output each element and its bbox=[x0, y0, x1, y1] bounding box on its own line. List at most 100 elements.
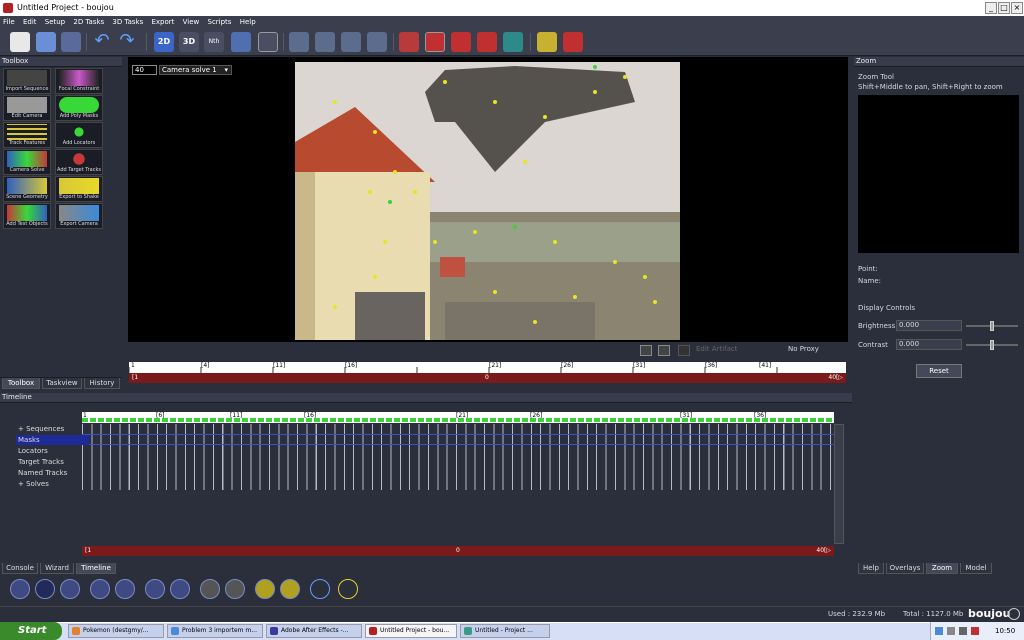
play-icon[interactable] bbox=[60, 579, 80, 599]
step-forward-icon[interactable] bbox=[115, 579, 135, 599]
frame-number-input[interactable]: 40 bbox=[132, 65, 157, 75]
add-locators-button[interactable]: Add Locators bbox=[55, 122, 103, 148]
edit-artifact-icon[interactable] bbox=[678, 345, 690, 356]
track-tool-icon[interactable] bbox=[399, 32, 419, 52]
step-back-icon[interactable] bbox=[90, 579, 110, 599]
open-folder-icon[interactable] bbox=[36, 32, 56, 52]
taskbar-item-1[interactable]: Pokemon (destgmy/... bbox=[68, 624, 164, 638]
tree-row-solves[interactable]: + Solves bbox=[18, 479, 49, 489]
tree-row-sequences[interactable]: + Sequences bbox=[18, 424, 64, 434]
redo-icon[interactable]: ↷ bbox=[117, 32, 137, 52]
menu-file[interactable]: File bbox=[3, 18, 15, 26]
set-out-icon[interactable] bbox=[280, 579, 300, 599]
contrast-input[interactable]: 0.000 bbox=[896, 339, 962, 350]
layout-icon[interactable] bbox=[231, 32, 251, 52]
quad-view-icon[interactable] bbox=[367, 32, 387, 52]
timeline-scrollbar[interactable] bbox=[834, 424, 844, 544]
zoom-preview[interactable] bbox=[858, 95, 1019, 253]
save-icon[interactable] bbox=[61, 32, 81, 52]
camera-solve-button[interactable]: Camera Solve bbox=[3, 149, 51, 175]
menu-help[interactable]: Help bbox=[240, 18, 256, 26]
camera-solve-select[interactable]: Camera solve 1 ▾ bbox=[159, 65, 232, 75]
taskbar-item-5[interactable]: Untitled - Project ... bbox=[460, 624, 550, 638]
rewind-icon[interactable] bbox=[10, 579, 30, 599]
grid-layout-icon[interactable] bbox=[258, 32, 278, 52]
new-file-icon[interactable] bbox=[10, 32, 30, 52]
close-button[interactable]: × bbox=[1011, 2, 1023, 14]
language-icon[interactable] bbox=[935, 627, 943, 635]
lasso-tool-icon[interactable] bbox=[477, 32, 497, 52]
tab-toolbox[interactable]: Toolbox bbox=[2, 378, 40, 389]
loop-icon[interactable] bbox=[310, 579, 330, 599]
tab-console[interactable]: Console bbox=[2, 563, 38, 574]
crop-tool-icon[interactable] bbox=[503, 32, 523, 52]
play-tool-icon[interactable] bbox=[537, 32, 557, 52]
brightness-input[interactable]: 0.000 bbox=[896, 320, 962, 331]
export-camera-button[interactable]: Export Camera bbox=[55, 203, 103, 229]
menu-scripts[interactable]: Scripts bbox=[208, 18, 232, 26]
maximize-button[interactable]: □ bbox=[998, 2, 1010, 14]
tab-timeline[interactable]: Timeline bbox=[76, 563, 116, 574]
taskbar-item-3[interactable]: Adobe After Effects -... bbox=[266, 624, 362, 638]
help-tool-icon[interactable] bbox=[563, 32, 583, 52]
track-features-button[interactable]: Track Features bbox=[3, 122, 51, 148]
start-button[interactable]: Start bbox=[0, 622, 62, 640]
tab-wizard[interactable]: Wizard bbox=[40, 563, 74, 574]
reset-view-icon[interactable] bbox=[658, 345, 670, 356]
menu-3d-tasks[interactable]: 3D Tasks bbox=[112, 18, 143, 26]
add-target-tracks-button[interactable]: Add Target Tracks bbox=[55, 149, 103, 175]
taskbar-item-2[interactable]: Problem 3 importem m... bbox=[167, 624, 263, 638]
timeline-scrub-bar[interactable]: [1 0 40[▷ bbox=[82, 546, 834, 556]
tree-row-target-tracks[interactable]: Target Tracks bbox=[18, 457, 64, 467]
network-icon[interactable] bbox=[947, 627, 955, 635]
tab-overlays[interactable]: Overlays bbox=[886, 563, 924, 574]
contrast-slider-handle[interactable] bbox=[990, 340, 994, 350]
export-to-shake-button[interactable]: Export to Shake bbox=[55, 176, 103, 202]
add-poly-masks-button[interactable]: Add Poly Masks bbox=[55, 95, 103, 121]
tab-help[interactable]: Help bbox=[858, 563, 884, 574]
menu-view[interactable]: View bbox=[183, 18, 200, 26]
jog-back-icon[interactable] bbox=[200, 579, 220, 599]
import-sequence-button[interactable]: Import Sequence bbox=[3, 68, 51, 94]
split-vertical-icon[interactable] bbox=[315, 32, 335, 52]
tab-taskview[interactable]: Taskview bbox=[42, 378, 82, 389]
brightness-slider-handle[interactable] bbox=[990, 321, 994, 331]
timeline-ruler[interactable]: 1 [6] [11] [16] [21] [26] [31] [36] bbox=[82, 412, 834, 423]
menu-edit[interactable]: Edit bbox=[23, 18, 37, 26]
next-key-icon[interactable] bbox=[170, 579, 190, 599]
tree-row-locators[interactable]: Locators bbox=[18, 446, 48, 456]
view-nth-icon[interactable]: Nth bbox=[204, 32, 224, 52]
focal-constraint-button[interactable]: Focal Constraint bbox=[55, 68, 103, 94]
view-2d-icon[interactable]: 2D bbox=[154, 32, 174, 52]
add-test-objects-button[interactable]: Add Test Objects bbox=[3, 203, 51, 229]
timeline-grid[interactable] bbox=[82, 424, 834, 490]
split-horizontal-icon[interactable] bbox=[341, 32, 361, 52]
fit-view-icon[interactable] bbox=[640, 345, 652, 356]
reset-button[interactable]: Reset bbox=[916, 364, 962, 378]
tab-zoom[interactable]: Zoom bbox=[926, 563, 958, 574]
scene-geometry-button[interactable]: Scene Geometry bbox=[3, 176, 51, 202]
minimize-button[interactable]: _ bbox=[985, 2, 997, 14]
viewer-scrub-bar[interactable]: [1 0 40[▷ bbox=[129, 373, 846, 383]
tab-model[interactable]: Model bbox=[960, 563, 992, 574]
menu-2d-tasks[interactable]: 2D Tasks bbox=[73, 18, 104, 26]
taskbar-item-4[interactable]: Untitled Project - bou... bbox=[365, 624, 457, 638]
view-3d-icon[interactable]: 3D bbox=[179, 32, 199, 52]
tree-row-named-tracks[interactable]: Named Tracks bbox=[18, 468, 67, 478]
menu-export[interactable]: Export bbox=[151, 18, 174, 26]
jog-forward-icon[interactable] bbox=[225, 579, 245, 599]
export-icon[interactable] bbox=[338, 579, 358, 599]
select-tool-icon[interactable] bbox=[425, 32, 445, 52]
single-view-icon[interactable] bbox=[289, 32, 309, 52]
menu-setup[interactable]: Setup bbox=[45, 18, 65, 26]
edit-camera-button[interactable]: Edit Camera bbox=[3, 95, 51, 121]
pick-tool-icon[interactable] bbox=[451, 32, 471, 52]
stop-icon[interactable] bbox=[35, 579, 55, 599]
undo-icon[interactable]: ↶ bbox=[92, 32, 112, 52]
previous-key-icon[interactable] bbox=[145, 579, 165, 599]
volume-icon[interactable] bbox=[959, 627, 967, 635]
viewer-frame-ruler[interactable]: 1 [4] [11] [16] [21] [26] [31] [36] [41] bbox=[128, 362, 846, 373]
set-in-icon[interactable] bbox=[255, 579, 275, 599]
tree-row-masks[interactable]: Masks bbox=[16, 435, 89, 445]
proxy-label[interactable]: No Proxy bbox=[788, 345, 819, 353]
